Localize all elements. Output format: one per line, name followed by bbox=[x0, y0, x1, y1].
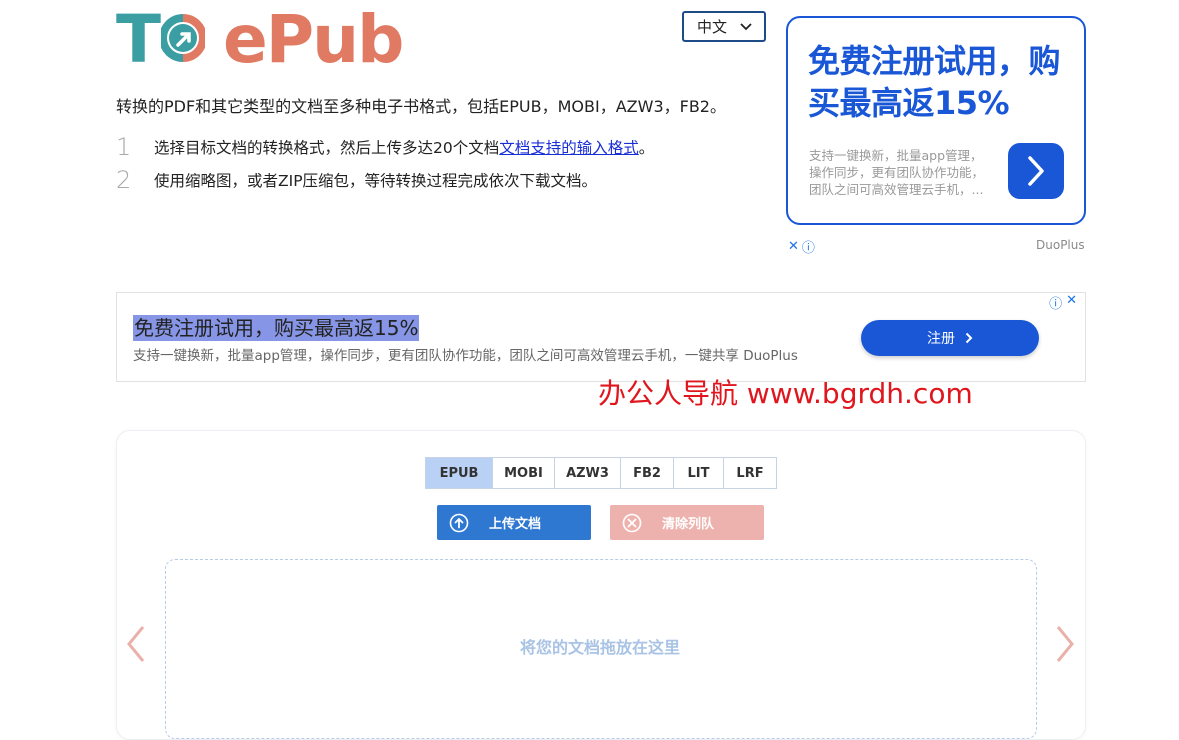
ad-card-title: 免费注册试用，购买最高返15% bbox=[808, 42, 1061, 122]
clear-queue-button-label: 清除列队 bbox=[661, 517, 714, 532]
step-text: 使用缩略图，或者ZIP压缩包，等待转换过程完成依次下载文档。 bbox=[154, 172, 598, 190]
tab-lit[interactable]: LIT bbox=[674, 458, 724, 488]
step-1: 1 选择目标文档的转换格式，然后上传多达20个文档 文档支持的输入格式。 bbox=[116, 133, 654, 161]
close-icon[interactable]: ✕ bbox=[788, 239, 799, 254]
language-select[interactable]: 中文 bbox=[682, 11, 766, 42]
tab-fb2[interactable]: FB2 bbox=[621, 458, 674, 488]
clear-queue-button[interactable]: 清除列队 bbox=[610, 505, 764, 540]
step-2: 2 使用缩略图，或者ZIP压缩包，等待转换过程完成依次下载文档。 bbox=[116, 166, 597, 194]
language-select-value: 中文 bbox=[697, 18, 728, 36]
tab-lrf[interactable]: LRF bbox=[724, 458, 776, 488]
logo-text-epub: ePub bbox=[223, 1, 404, 78]
step-number: 1 bbox=[116, 133, 132, 161]
supported-formats-link[interactable]: 文档支持的输入格式 bbox=[499, 136, 639, 158]
ad-close-controls[interactable]: ✕ ⓘ bbox=[788, 237, 815, 256]
step-text: 选择目标文档的转换格式，然后上传多达20个文档 bbox=[154, 139, 500, 157]
clear-icon bbox=[622, 513, 642, 532]
ad-card-body: 支持一键换新，批量app管理，操作同步，更有团队协作功能，团队之间可高效管理云手… bbox=[809, 148, 985, 197]
info-icon[interactable]: ⓘ bbox=[802, 237, 815, 256]
banner-register-button[interactable]: 注册 bbox=[861, 320, 1039, 356]
ad-card-open-button[interactable] bbox=[1008, 143, 1064, 199]
upload-icon bbox=[449, 513, 469, 532]
banner-ad-controls[interactable]: ⓘ ✕ bbox=[1049, 293, 1077, 312]
ad-card[interactable]: 免费注册试用，购买最高返15% 支持一键换新，批量app管理，操作同步，更有团队… bbox=[786, 16, 1086, 225]
chevron-down-icon bbox=[740, 22, 752, 30]
upload-button-label: 上传文档 bbox=[488, 517, 541, 532]
banner-ad-title: 免费注册试用，购买最高返15% bbox=[133, 315, 420, 341]
format-tabs: EPUB MOBI AZW3 FB2 LIT LRF bbox=[425, 457, 777, 489]
ad-brand: DuoPlus bbox=[1036, 238, 1085, 252]
step-text-end: 。 bbox=[638, 139, 655, 157]
banner-register-label: 注册 bbox=[927, 331, 955, 347]
tab-epub[interactable]: EPUB bbox=[426, 458, 493, 488]
logo-convert-icon bbox=[161, 14, 206, 62]
page-description: 转换的PDF和其它类型的文档至多种电子书格式，包括EPUB，MOBI，AZW3，… bbox=[116, 97, 726, 116]
watermark-text: 办公人导航 www.bgrdh.com bbox=[598, 377, 973, 410]
upload-button[interactable]: 上传文档 bbox=[437, 505, 591, 540]
close-icon[interactable]: ✕ bbox=[1066, 293, 1077, 312]
banner-ad-subtitle: 支持一键换新，批量app管理，操作同步，更有团队协作功能，团队之间可高效管理云手… bbox=[133, 348, 798, 364]
chevron-right-icon bbox=[965, 332, 973, 344]
site-logo[interactable]: T ePub bbox=[116, 1, 404, 78]
banner-ad[interactable]: 免费注册试用，购买最高返15% 支持一键换新，批量app管理，操作同步，更有团队… bbox=[116, 292, 1086, 382]
chevron-right-icon bbox=[1028, 156, 1044, 186]
step-number: 2 bbox=[116, 166, 132, 194]
tab-mobi[interactable]: MOBI bbox=[493, 458, 555, 488]
tab-azw3[interactable]: AZW3 bbox=[555, 458, 621, 488]
info-icon[interactable]: ⓘ bbox=[1049, 293, 1062, 312]
logo-letter-t: T bbox=[116, 1, 161, 78]
dropzone-hint: 将您的文档拖放在这里 bbox=[519, 638, 680, 657]
